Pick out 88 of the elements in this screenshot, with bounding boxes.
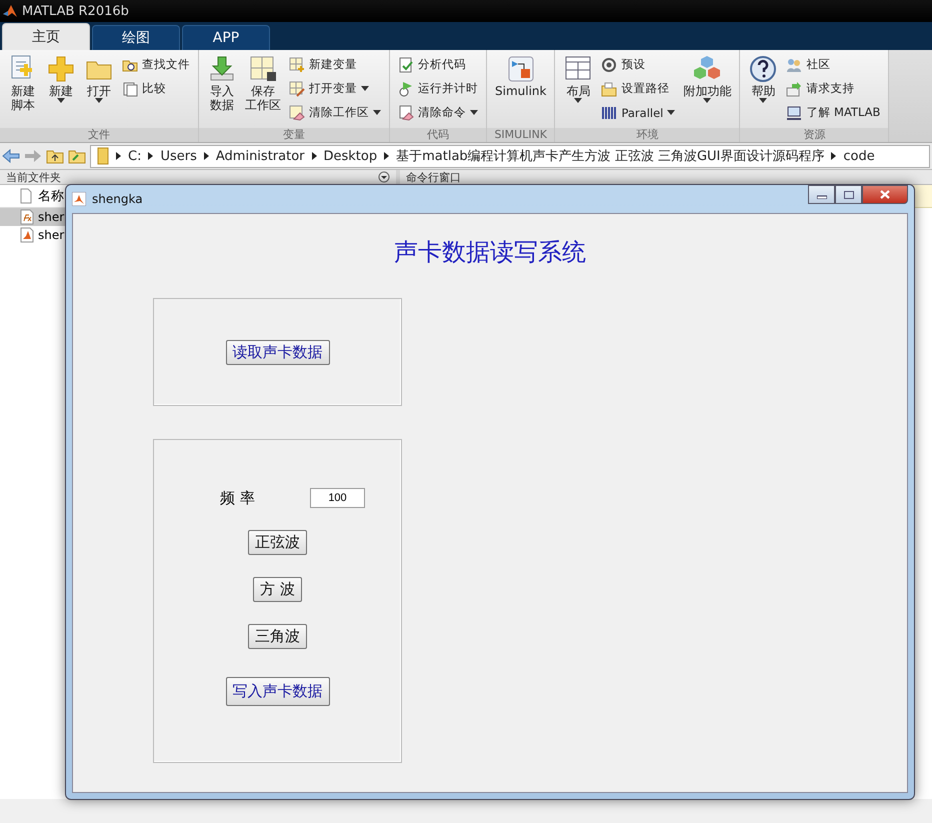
ribbon-tab[interactable]: APP bbox=[182, 25, 270, 50]
folder-icon bbox=[97, 147, 109, 165]
figure-file-icon bbox=[20, 227, 34, 243]
separator-arrow-icon bbox=[312, 152, 316, 160]
bars-icon bbox=[601, 104, 618, 120]
path-segment[interactable]: Desktop bbox=[324, 148, 378, 164]
eraser-icon bbox=[289, 104, 305, 120]
checklist-icon bbox=[398, 56, 414, 72]
ribbon-button[interactable]: 预设 bbox=[599, 54, 678, 75]
separator-arrow-icon bbox=[831, 152, 836, 160]
ribbon-button[interactable]: 布局 bbox=[561, 54, 596, 128]
play-clock-icon bbox=[398, 80, 414, 96]
ribbon-button[interactable]: 导入 数据 bbox=[205, 54, 239, 128]
minimize-button[interactable] bbox=[808, 185, 835, 204]
column-header[interactable]: 名称 bbox=[38, 187, 64, 205]
ribbon-button[interactable]: 清除工作区 bbox=[287, 102, 383, 123]
group-label: 变量 bbox=[199, 128, 389, 142]
path-segment[interactable]: Users bbox=[160, 148, 197, 164]
ribbon-button[interactable]: 了解 MATLAB bbox=[784, 102, 882, 123]
ribbon-button[interactable]: 帮助 bbox=[746, 54, 780, 128]
monitor-icon bbox=[786, 104, 802, 120]
separator-arrow-icon bbox=[204, 152, 209, 160]
back-arrow-icon bbox=[2, 149, 20, 163]
waveform-button[interactable]: 方 波 bbox=[253, 577, 302, 602]
frequency-label: 频 率 bbox=[220, 488, 256, 508]
app-title: MATLAB R2016b bbox=[22, 4, 129, 18]
folder-up-icon bbox=[46, 148, 64, 164]
group-label: 资源 bbox=[740, 128, 888, 142]
app-heading: 声卡数据读写系统 bbox=[393, 237, 587, 268]
ribbon-button[interactable]: 社区 bbox=[784, 54, 882, 75]
ribbon-button[interactable]: Parallel bbox=[599, 102, 678, 123]
read-data-button[interactable]: 读取声卡数据 bbox=[226, 340, 330, 364]
eraser-icon bbox=[398, 104, 414, 120]
block-diagram-icon bbox=[506, 54, 536, 84]
browse-folder-icon bbox=[68, 148, 86, 164]
write-data-button[interactable]: 写入声卡数据 bbox=[226, 677, 330, 706]
grid-save-icon bbox=[248, 54, 278, 84]
window-title: shengka bbox=[92, 192, 143, 206]
ribbon-button[interactable]: 新建 bbox=[44, 54, 78, 128]
waveform-button[interactable]: 正弦波 bbox=[248, 530, 307, 555]
separator-arrow-icon bbox=[384, 152, 390, 160]
people-icon bbox=[786, 56, 802, 72]
close-icon bbox=[880, 190, 890, 199]
ribbon-button[interactable]: 请求支持 bbox=[784, 78, 882, 99]
address-bar[interactable]: C: Users Administrator Desktop 基于matlab编程计算机声卡产生方波 正弦波 三角波GUI界面设计源码程序 code bbox=[90, 144, 930, 168]
group-label: 环境 bbox=[555, 128, 740, 142]
path-segment[interactable]: code bbox=[843, 148, 875, 164]
ribbon-button[interactable]: 查找文件 bbox=[120, 54, 192, 75]
arrow-icon bbox=[786, 80, 802, 96]
help-icon bbox=[748, 54, 778, 84]
ribbon-tab[interactable]: 主页 bbox=[2, 23, 90, 50]
path-segment[interactable]: 基于matlab编程计算机声卡产生方波 正弦波 三角波GUI界面设计源码程序 bbox=[396, 147, 824, 165]
ribbon-button[interactable]: 新建变量 bbox=[287, 54, 383, 75]
group-label: 代码 bbox=[390, 128, 486, 142]
group-label: 文件 bbox=[0, 128, 198, 142]
maximize-icon bbox=[844, 190, 854, 198]
group-label: SIMULINK bbox=[487, 128, 554, 142]
file-row[interactable]: sher bbox=[0, 226, 80, 244]
folder-icon bbox=[601, 80, 618, 96]
ribbon-button[interactable]: 新建 脚本 bbox=[6, 54, 40, 128]
open-variable-icon bbox=[289, 80, 305, 96]
ribbon-button[interactable]: 比较 bbox=[120, 78, 192, 99]
ribbon-button[interactable]: 设置路径 bbox=[599, 78, 678, 99]
ribbon-tab[interactable]: 绘图 bbox=[92, 25, 180, 50]
ribbon-button[interactable]: 保存 工作区 bbox=[243, 54, 283, 128]
forward-arrow-icon bbox=[24, 149, 42, 163]
function-file-icon bbox=[20, 209, 34, 225]
documents-icon bbox=[122, 80, 138, 96]
maximize-button[interactable] bbox=[835, 185, 862, 204]
file-icon bbox=[20, 188, 32, 204]
waveform-button[interactable]: 三角波 bbox=[248, 624, 307, 649]
separator-arrow-icon bbox=[148, 152, 154, 160]
path-segment[interactable]: C: bbox=[128, 148, 142, 164]
path-segment[interactable]: Administrator bbox=[216, 148, 304, 164]
ribbon-button[interactable]: 打开 bbox=[82, 54, 116, 128]
ribbon-button[interactable]: 附加功能 bbox=[681, 54, 734, 128]
ribbon-button[interactable]: 打开变量 bbox=[287, 78, 383, 99]
ribbon-button[interactable]: Simulink bbox=[493, 54, 548, 128]
ribbon-button[interactable]: 清除命令 bbox=[396, 102, 480, 123]
ribbon-button[interactable]: 分析代码 bbox=[396, 54, 480, 75]
new-variable-icon bbox=[289, 56, 305, 72]
panel-title: 当前文件夹 bbox=[6, 170, 61, 184]
plus-icon bbox=[46, 54, 76, 84]
ribbon-button[interactable]: 运行并计时 bbox=[396, 78, 480, 99]
separator-arrow-icon bbox=[116, 152, 121, 160]
frequency-field[interactable]: 100 bbox=[310, 488, 365, 508]
close-button[interactable] bbox=[862, 185, 908, 204]
panel-title: 命令行窗口 bbox=[406, 170, 461, 184]
